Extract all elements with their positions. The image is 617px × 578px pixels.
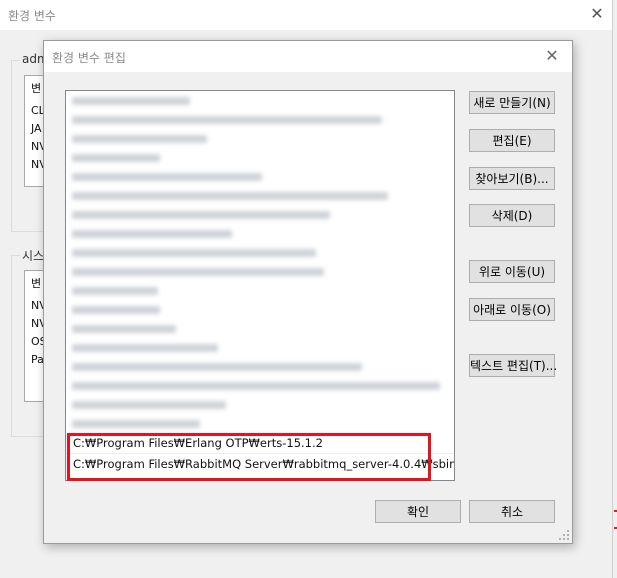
list-item[interactable]: [66, 148, 454, 167]
list-item[interactable]: [66, 205, 454, 224]
path-entry-rabbitmq: C:₩Program Files₩RabbitMQ Server₩rabbitm…: [73, 457, 455, 471]
close-icon[interactable]: ✕: [540, 45, 564, 67]
list-item[interactable]: [66, 300, 454, 319]
path-list[interactable]: C:₩Program Files₩Erlang OTP₩erts-15.1.2 …: [65, 90, 455, 481]
dialog-title: 환경 변수 편집: [52, 51, 126, 65]
list-header: 변: [31, 82, 42, 95]
list-item[interactable]: [66, 395, 454, 414]
list-item[interactable]: [66, 167, 454, 186]
list-item[interactable]: [66, 281, 454, 300]
list-header: 변: [31, 277, 42, 290]
list-item[interactable]: Pa: [31, 353, 44, 366]
edit-button[interactable]: 편집(E): [469, 129, 555, 152]
list-item[interactable]: [66, 414, 454, 433]
move-down-button[interactable]: 아래로 이동(O): [469, 298, 555, 321]
edit-text-button[interactable]: 텍스트 편집(T)...: [469, 354, 557, 377]
window-edge: [612, 0, 617, 578]
list-item[interactable]: [66, 243, 454, 262]
dialog-titlebar: 환경 변수 편집 ✕: [44, 41, 572, 72]
list-item[interactable]: [66, 376, 454, 395]
browse-button[interactable]: 찾아보기(B)...: [469, 167, 555, 190]
list-item[interactable]: JA: [31, 122, 42, 135]
window-title: 환경 변수: [8, 9, 56, 23]
resize-grip-icon[interactable]: [559, 530, 569, 540]
close-icon[interactable]: ✕: [585, 3, 609, 25]
list-item[interactable]: [66, 129, 454, 148]
list-item[interactable]: C:₩Program Files₩RabbitMQ Server₩rabbitm…: [66, 455, 454, 474]
list-item[interactable]: [66, 319, 454, 338]
list-item[interactable]: [66, 224, 454, 243]
new-button[interactable]: 새로 만들기(N): [469, 91, 555, 114]
list-item[interactable]: [66, 91, 454, 110]
ok-button[interactable]: 확인: [375, 500, 461, 523]
list-item[interactable]: [66, 186, 454, 205]
delete-button[interactable]: 삭제(D): [469, 204, 555, 227]
window-titlebar: 환경 변수 ✕: [0, 0, 617, 30]
list-item[interactable]: [66, 110, 454, 129]
list-item[interactable]: C:₩Program Files₩Erlang OTP₩erts-15.1.2: [66, 434, 454, 453]
path-entry-erlang: C:₩Program Files₩Erlang OTP₩erts-15.1.2: [73, 436, 323, 450]
list-item[interactable]: [66, 262, 454, 281]
list-item[interactable]: [66, 357, 454, 376]
edit-environment-variable-dialog: 환경 변수 편집 ✕ C:₩Program Files₩Erlang OTP₩e…: [43, 40, 573, 544]
row-divider: [66, 453, 454, 454]
cancel-button[interactable]: 취소: [469, 500, 555, 523]
move-up-button[interactable]: 위로 이동(U): [469, 260, 555, 283]
list-item[interactable]: [66, 338, 454, 357]
